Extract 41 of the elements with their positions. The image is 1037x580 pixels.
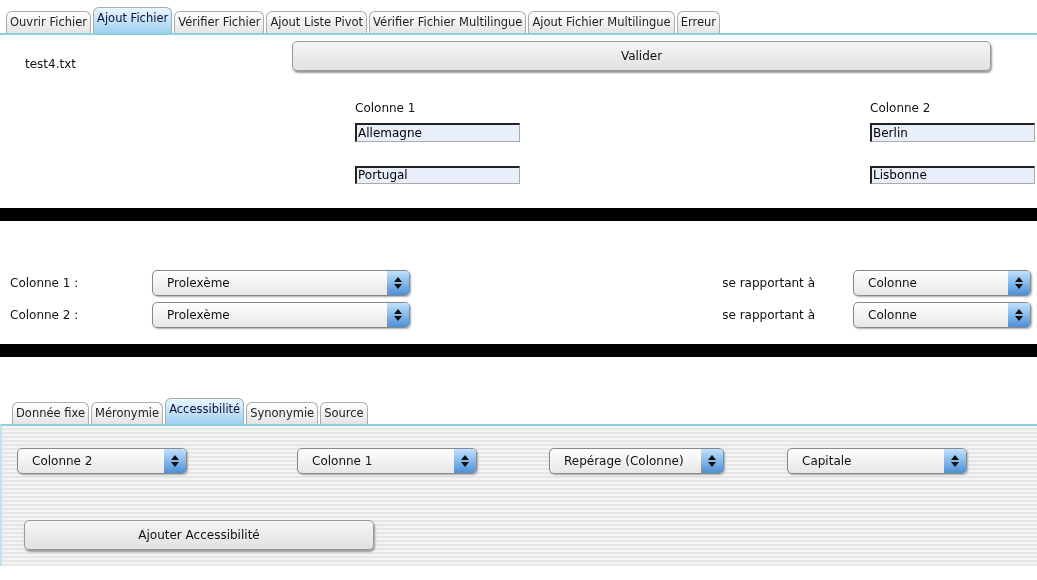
file-name: test4.txt <box>25 57 77 71</box>
tab[interactable]: Vérifier Fichier Multilingue <box>369 11 527 33</box>
stepper-icon <box>1008 271 1030 295</box>
validate-button[interactable]: Valider <box>292 41 991 71</box>
dropdown[interactable]: Capitale <box>787 448 967 474</box>
stepper-icon <box>701 449 723 473</box>
dropdown[interactable]: Prolexème <box>152 302 410 328</box>
stepper-icon <box>944 449 966 473</box>
stepper-icon <box>164 449 186 473</box>
row-label: Colonne 2 : <box>9 308 80 322</box>
dropdown[interactable]: Colonne <box>853 302 1031 328</box>
tab[interactable]: Ouvrir Fichier <box>6 11 92 33</box>
tab[interactable]: Vérifier Fichier <box>174 11 265 33</box>
tab[interactable]: Ajout Liste Pivot <box>266 11 368 33</box>
input-field[interactable]: Allemagne <box>355 123 520 142</box>
dropdown[interactable]: Colonne 1 <box>297 448 477 474</box>
tab[interactable]: Accessibilité <box>165 398 245 424</box>
relation-label: se rapportant à <box>721 308 816 322</box>
stepper-icon <box>387 303 409 327</box>
stepper-icon <box>454 449 476 473</box>
add-button[interactable]: Ajouter Accessibilité <box>24 520 374 550</box>
column-heading: Colonne 2 <box>870 101 932 117</box>
stepper-icon <box>1008 303 1030 327</box>
tab[interactable]: Donnée fixe <box>12 402 90 424</box>
stepper-icon <box>387 271 409 295</box>
input-field[interactable]: Lisbonne <box>870 165 1035 184</box>
dropdown[interactable]: Repérage (Colonne) <box>549 448 724 474</box>
tab[interactable]: Ajout Fichier <box>93 7 173 33</box>
input-field[interactable]: Portugal <box>355 165 520 184</box>
tab[interactable]: Ajout Fichier Multilingue <box>528 11 675 33</box>
tab[interactable]: Source <box>320 402 368 424</box>
tab[interactable]: Synonymie <box>246 402 319 424</box>
column-heading: Colonne 1 <box>355 101 417 117</box>
tab[interactable]: Méronymie <box>91 402 164 424</box>
relation-label: se rapportant à <box>721 276 816 290</box>
dropdown[interactable]: Prolexème <box>152 270 410 296</box>
input-field[interactable]: Berlin <box>870 123 1035 142</box>
dropdown[interactable]: Colonne 2 <box>17 448 187 474</box>
tab[interactable]: Erreur <box>676 11 721 33</box>
dropdown[interactable]: Colonne <box>853 270 1031 296</box>
row-label: Colonne 1 : <box>9 276 80 290</box>
